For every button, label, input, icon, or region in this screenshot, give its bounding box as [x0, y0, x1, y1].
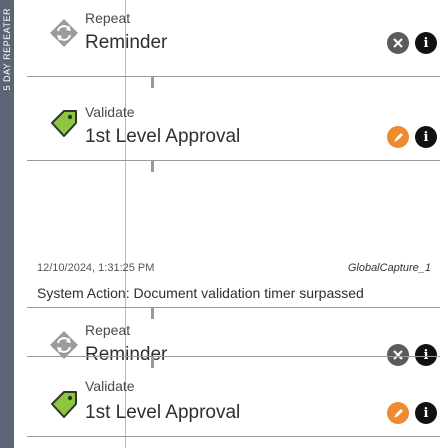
event-user: GlobalCapture_1 [347, 262, 431, 274]
cancel-icon[interactable] [387, 344, 409, 366]
info-icon[interactable]: i [415, 32, 437, 54]
timeline-entry-reminder-1: Repeat Reminder i [27, 6, 440, 54]
entry-title: Reminder [85, 32, 168, 53]
timeline-entry-approval-1: Validate 1st Level Approval i [27, 92, 440, 148]
event-timestamp: 12/10/2024, 1:31:25 PM [37, 262, 155, 274]
entry-title: 1st Level Approval [85, 126, 241, 147]
tag-icon [49, 390, 79, 420]
info-icon[interactable]: i [415, 126, 437, 148]
entry-kicker: Repeat [85, 10, 131, 26]
repeater-label: 5 DAY REPEATER [2, 8, 12, 91]
info-icon[interactable]: i [415, 344, 437, 366]
approve-icon[interactable] [387, 402, 409, 424]
event-message: System Action: Document validation timer… [37, 285, 364, 301]
entry-title: 1st Level Approval [85, 402, 241, 423]
entry-title: Reminder [85, 344, 168, 365]
refresh-icon [49, 18, 79, 48]
entry-kicker: Validate [85, 104, 135, 120]
timeline-entry-approval-2: Validate 1st Level Approval i [27, 370, 440, 428]
info-icon[interactable]: i [415, 402, 437, 424]
cancel-icon[interactable] [387, 32, 409, 54]
approve-icon[interactable] [387, 126, 409, 148]
side-rail: 5 DAY REPEATER [0, 0, 14, 448]
entry-kicker: Repeat [85, 322, 131, 338]
entry-kicker: Validate [85, 378, 135, 394]
tag-icon [49, 109, 79, 139]
